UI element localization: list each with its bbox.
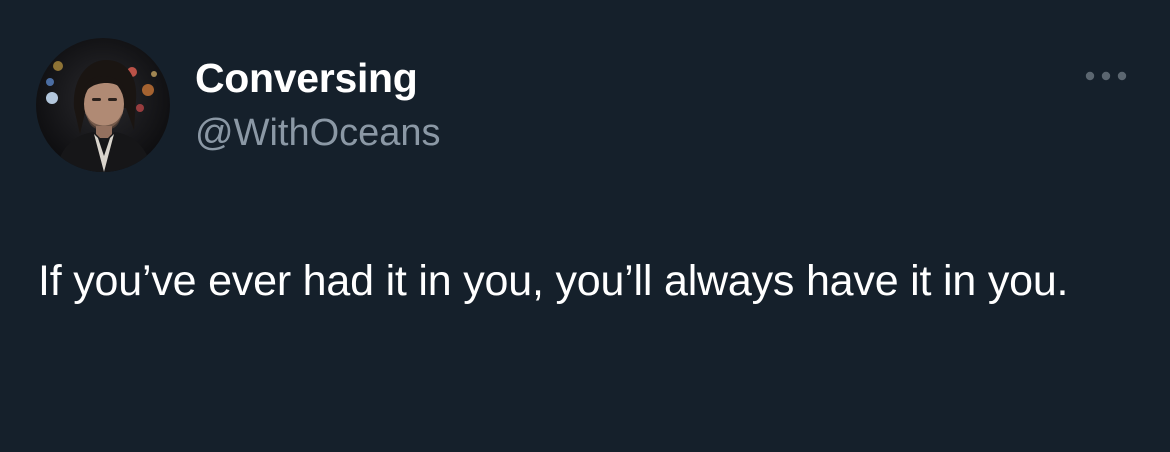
author-display-name[interactable]: Conversing (195, 52, 418, 104)
avatar[interactable] (36, 38, 170, 172)
more-horizontal-icon (1085, 71, 1127, 81)
author-handle[interactable]: @WithOceans (195, 108, 441, 158)
avatar-photo-icon (36, 38, 170, 172)
more-options-button[interactable] (1074, 56, 1138, 96)
tweet-card: Conversing @WithOceans If you’ve ever ha… (0, 0, 1170, 452)
tweet-text: If you’ve ever had it in you, you’ll alw… (38, 257, 1069, 305)
